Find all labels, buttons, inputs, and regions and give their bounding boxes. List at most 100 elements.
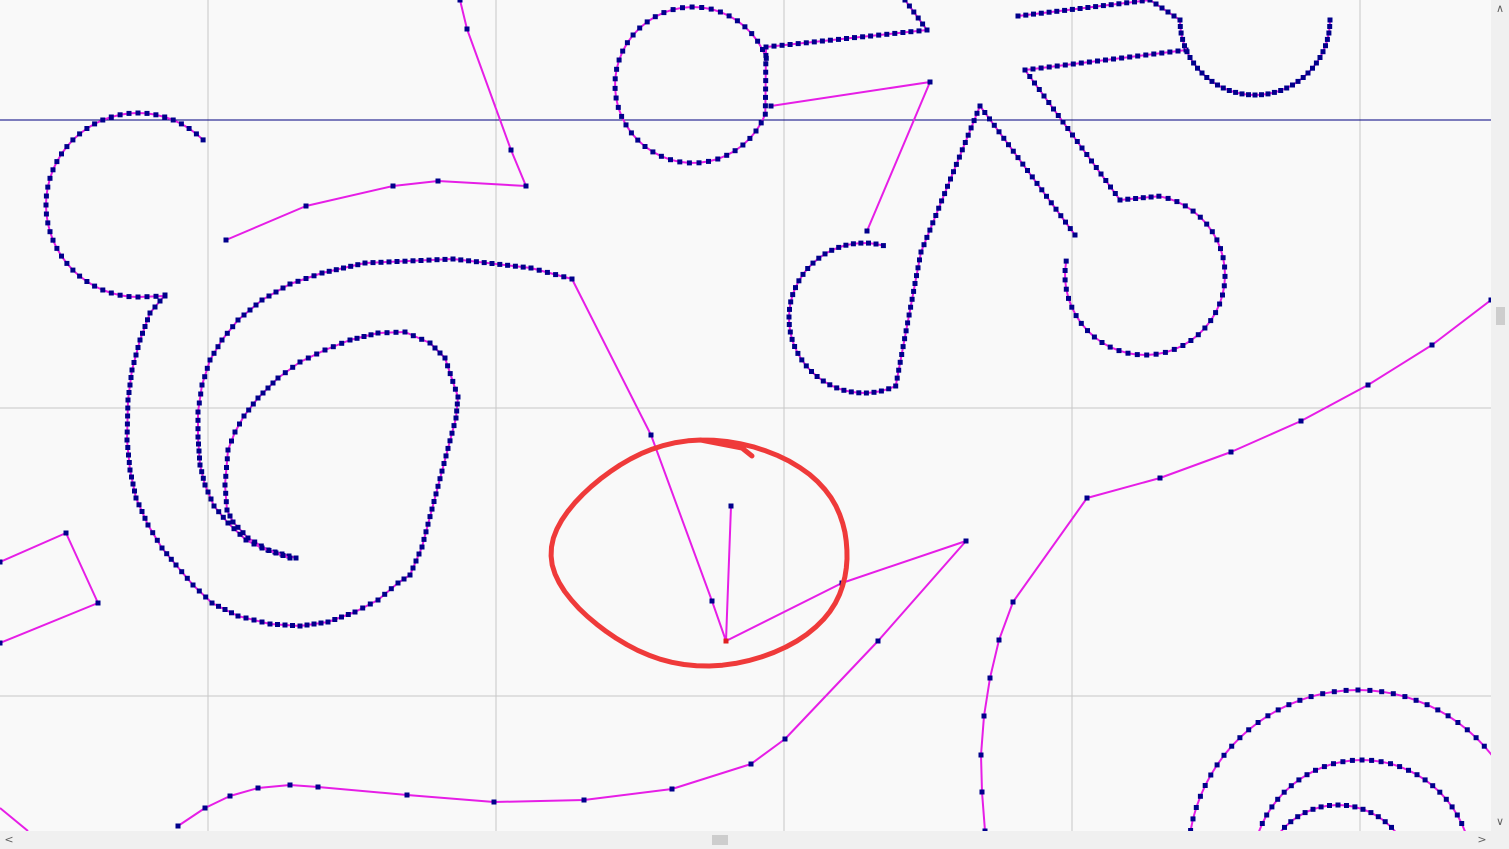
path-node[interactable] <box>927 79 933 85</box>
path-node[interactable] <box>956 154 962 160</box>
path-node[interactable] <box>623 122 629 128</box>
path-node[interactable] <box>1290 82 1295 88</box>
path-node[interactable] <box>795 41 801 47</box>
path-node[interactable] <box>1078 320 1084 326</box>
path-node[interactable] <box>1298 418 1304 424</box>
path-node[interactable] <box>265 385 271 391</box>
path-node[interactable] <box>184 575 190 581</box>
path-node[interactable] <box>878 388 884 394</box>
path-node[interactable] <box>742 24 748 30</box>
path-node[interactable] <box>1099 340 1105 345</box>
path-node[interactable] <box>452 386 458 392</box>
path-node[interactable] <box>1086 59 1092 65</box>
path-node[interactable] <box>224 507 230 513</box>
path-node[interactable] <box>70 267 76 273</box>
path-node[interactable] <box>132 488 137 494</box>
path-node[interactable] <box>917 257 922 263</box>
path-node[interactable] <box>295 278 301 284</box>
path-node[interactable] <box>235 613 241 619</box>
path-node[interactable] <box>339 340 345 346</box>
path-node[interactable] <box>1165 195 1171 201</box>
path-node[interactable] <box>1327 803 1332 808</box>
path-node[interactable] <box>54 245 60 251</box>
path-node[interactable] <box>197 462 203 468</box>
path-node[interactable] <box>43 202 49 208</box>
path-node[interactable] <box>1025 168 1030 173</box>
path-node[interactable] <box>699 5 705 10</box>
path-node[interactable] <box>930 220 936 226</box>
path-node[interactable] <box>1060 119 1066 125</box>
path-node[interactable] <box>884 31 890 37</box>
path-node[interactable] <box>347 337 353 343</box>
path-node[interactable] <box>1190 816 1196 822</box>
path-node[interactable] <box>50 237 56 243</box>
path-node[interactable] <box>1459 821 1465 826</box>
path-node[interactable] <box>805 266 811 271</box>
path-node[interactable] <box>911 288 917 294</box>
path-node[interactable] <box>763 94 768 100</box>
path-node[interactable] <box>333 267 339 273</box>
path-node[interactable] <box>1445 713 1451 719</box>
path-node[interactable] <box>170 117 176 123</box>
path-node[interactable] <box>1313 767 1318 773</box>
path-node[interactable] <box>1215 82 1220 88</box>
path-node[interactable] <box>763 52 769 58</box>
path-node[interactable] <box>425 521 431 527</box>
path-node[interactable] <box>223 499 229 505</box>
path-node[interactable] <box>1095 58 1100 64</box>
path-node[interactable] <box>421 536 427 542</box>
path-node[interactable] <box>1221 283 1227 289</box>
path-node[interactable] <box>451 423 457 429</box>
path-node[interactable] <box>612 76 618 82</box>
path-node[interactable] <box>669 786 675 792</box>
path-node[interactable] <box>749 31 755 37</box>
path-node[interactable] <box>124 437 130 443</box>
path-node[interactable] <box>305 355 311 361</box>
path-node[interactable] <box>1041 93 1047 99</box>
path-node[interactable] <box>728 503 734 509</box>
path-node[interactable] <box>84 126 90 131</box>
path-node[interactable] <box>196 448 202 454</box>
path-node[interactable] <box>43 193 49 199</box>
path-node[interactable] <box>689 4 695 10</box>
path-node[interactable] <box>193 131 199 137</box>
path-node[interactable] <box>223 237 229 243</box>
path-node[interactable] <box>47 175 53 181</box>
path-node[interactable] <box>902 0 908 3</box>
path-node[interactable] <box>1022 67 1028 73</box>
path-node[interactable] <box>844 36 849 41</box>
path-node[interactable] <box>971 118 977 124</box>
path-node[interactable] <box>758 120 764 126</box>
path-node[interactable] <box>1284 85 1290 91</box>
path-node[interactable] <box>1116 1 1122 7</box>
path-node[interactable] <box>0 559 3 565</box>
path-node[interactable] <box>1143 52 1149 58</box>
path-node[interactable] <box>1093 165 1099 170</box>
path-node[interactable] <box>199 382 205 388</box>
path-node[interactable] <box>933 213 939 218</box>
path-node[interactable] <box>1221 752 1227 758</box>
path-node[interactable] <box>84 279 90 284</box>
path-node[interactable] <box>1265 713 1271 719</box>
path-node[interactable] <box>195 434 201 440</box>
path-node[interactable] <box>1430 783 1436 789</box>
path-node[interactable] <box>253 302 259 308</box>
path-node[interactable] <box>1390 691 1396 697</box>
path-node[interactable] <box>231 526 237 532</box>
path-node[interactable] <box>1070 132 1075 138</box>
path-node[interactable] <box>64 260 70 266</box>
path-node[interactable] <box>247 307 253 313</box>
path-node[interactable] <box>900 30 906 35</box>
path-node[interactable] <box>153 293 159 299</box>
path-node[interactable] <box>1195 65 1200 71</box>
path-node[interactable] <box>259 545 265 551</box>
path-node[interactable] <box>1208 318 1214 324</box>
path-node[interactable] <box>860 34 866 40</box>
path-node[interactable] <box>1402 694 1408 700</box>
path-node[interactable] <box>968 125 974 131</box>
path-node[interactable] <box>819 38 825 44</box>
path-node[interactable] <box>1191 60 1197 66</box>
path-node[interactable] <box>205 489 211 495</box>
path-node[interactable] <box>786 314 792 320</box>
path-node[interactable] <box>433 491 439 497</box>
